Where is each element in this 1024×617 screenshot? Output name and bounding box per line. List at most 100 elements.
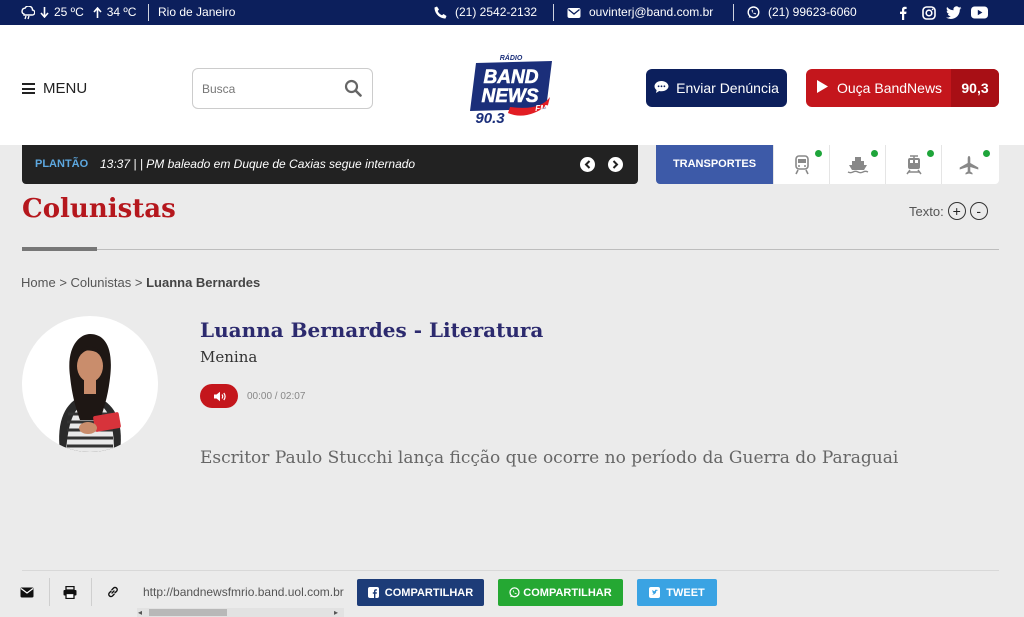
temp-max-icon [93, 7, 102, 18]
twitter-icon[interactable] [946, 5, 962, 20]
phone-link[interactable]: (21) 2542-2132 [434, 0, 537, 25]
scroll-right-icon[interactable]: ▸ [334, 608, 338, 617]
phone-number: (21) 2542-2132 [455, 5, 538, 19]
status-dot [871, 150, 878, 157]
whatsapp-icon [747, 6, 760, 19]
envelope-icon [20, 587, 34, 597]
text-size-label: Texto: [909, 203, 944, 219]
author-avatar [22, 316, 158, 452]
transport-train[interactable] [773, 145, 829, 184]
copy-link-button[interactable] [100, 579, 126, 605]
ticker-headline[interactable]: 13:37 | | PM baleado em Duque de Caxias … [100, 145, 415, 184]
tweet-button[interactable]: TWEET [637, 579, 717, 606]
report-button[interactable]: Enviar Denúncia [646, 69, 787, 107]
menu-button[interactable]: MENU [22, 80, 87, 97]
metro-icon [905, 154, 922, 174]
episode-title: Menina [200, 348, 258, 366]
share-url: http://bandnewsfmrio.band.uol.com.br [143, 585, 344, 599]
phone-icon [434, 6, 447, 19]
author-name[interactable]: Luanna Bernardes - Literatura [200, 318, 543, 342]
whatsapp-number: (21) 99623-6060 [768, 5, 857, 19]
scroll-left-icon[interactable]: ◂ [138, 608, 142, 617]
facebook-icon[interactable] [896, 6, 910, 20]
facebook-share-button[interactable]: COMPARTILHAR [357, 579, 484, 606]
status-dot [815, 150, 822, 157]
decrease-text-button[interactable]: - [969, 202, 988, 220]
top-bar: 25 ºC 34 ºC Rio de Janeiro (21) 2542-213… [0, 0, 1024, 25]
divider [49, 578, 50, 606]
report-label: Enviar Denúncia [676, 80, 779, 96]
breadcrumb-home[interactable]: Home [21, 275, 56, 290]
audio-time: 00:00 / 02:07 [247, 390, 306, 402]
logo-frequency-text: 90.3 [475, 110, 505, 125]
logo-fm-text: FM [535, 104, 547, 113]
whatsapp-share-button[interactable]: COMPARTILHAR [498, 579, 623, 606]
audio-player: 00:00 / 02:07 [200, 384, 305, 408]
temp-min-icon [40, 7, 49, 18]
chat-bubble-icon [654, 80, 669, 97]
ticker-tag: PLANTÃO [35, 158, 89, 170]
play-icon [816, 79, 829, 97]
weather-icon [20, 5, 35, 20]
header: MENU RÁDIO BAND NEWS FM 90.3 Enviar Denú… [0, 25, 1024, 145]
breadcrumb-colunistas[interactable]: Colunistas [71, 275, 132, 290]
airplane-icon [959, 155, 978, 174]
share-url-field[interactable]: http://bandnewsfmrio.band.uol.com.br ◂ ▸ [137, 578, 344, 617]
listen-live-label: Ouça BandNews [837, 80, 943, 96]
bandnews-logo[interactable]: RÁDIO BAND NEWS FM 90.3 [466, 51, 556, 125]
youtube-icon[interactable] [971, 6, 988, 19]
chevron-left-icon [584, 160, 591, 169]
facebook-share-label: COMPARTILHAR [384, 586, 474, 599]
divider [91, 578, 92, 606]
speaker-icon [213, 391, 226, 401]
status-dot [927, 150, 934, 157]
instagram-icon[interactable] [922, 5, 936, 20]
menu-label: MENU [43, 80, 88, 97]
search-icon[interactable] [344, 79, 362, 102]
social-links [896, 0, 988, 25]
breadcrumb-separator: > [134, 275, 143, 290]
email-share-button[interactable] [14, 579, 40, 605]
breadcrumb: Home > Colunistas > Luanna Bernardes [21, 275, 260, 290]
search-input[interactable] [202, 79, 332, 99]
article-headline[interactable]: Escritor Paulo Stucchi lança ficção que … [200, 448, 898, 468]
twitter-icon [649, 587, 661, 598]
divider [553, 4, 554, 21]
news-ticker: PLANTÃO 13:37 | | PM baleado em Duque de… [22, 145, 638, 184]
hamburger-icon [22, 83, 35, 94]
page-title: Colunistas [22, 194, 176, 224]
title-divider-accent [22, 247, 97, 251]
temp-max: 34 ºC [106, 5, 137, 19]
url-scrollbar-thumb[interactable] [149, 609, 227, 616]
search-box [192, 68, 373, 109]
listen-live-frequency: 90,3 [951, 69, 999, 107]
print-button[interactable] [57, 579, 83, 605]
increase-text-button[interactable]: + [947, 202, 966, 220]
whatsapp-link[interactable]: (21) 99623-6060 [747, 0, 857, 25]
divider [733, 4, 734, 21]
city: Rio de Janeiro [158, 5, 236, 19]
transport-panel: TRANSPORTES [656, 145, 999, 184]
share-bar-divider [22, 570, 999, 571]
transport-metro[interactable] [885, 145, 941, 184]
chevron-right-icon [612, 160, 619, 169]
ticker-prev-button[interactable] [580, 157, 595, 172]
email-link[interactable]: ouvinterj@band.com.br [567, 0, 713, 25]
status-dot [983, 150, 990, 157]
email-address: ouvinterj@band.com.br [589, 5, 714, 19]
transport-ferry[interactable] [829, 145, 885, 184]
transport-tab[interactable]: TRANSPORTES [656, 145, 773, 184]
transport-airplane[interactable] [941, 145, 997, 184]
printer-icon [63, 585, 77, 599]
listen-live-button[interactable]: Ouça BandNews 90,3 [806, 69, 999, 107]
train-icon [794, 154, 809, 174]
logo-band-text: BAND [484, 67, 539, 88]
tweet-label: TWEET [666, 586, 705, 599]
facebook-icon [367, 587, 379, 598]
weather-widget: 25 ºC 34 ºC [20, 0, 136, 25]
temp-min: 25 ºC [54, 5, 84, 19]
logo-radio-text: RÁDIO [500, 53, 523, 62]
envelope-icon [567, 7, 581, 19]
ticker-next-button[interactable] [608, 157, 623, 172]
audio-play-button[interactable] [200, 384, 238, 408]
